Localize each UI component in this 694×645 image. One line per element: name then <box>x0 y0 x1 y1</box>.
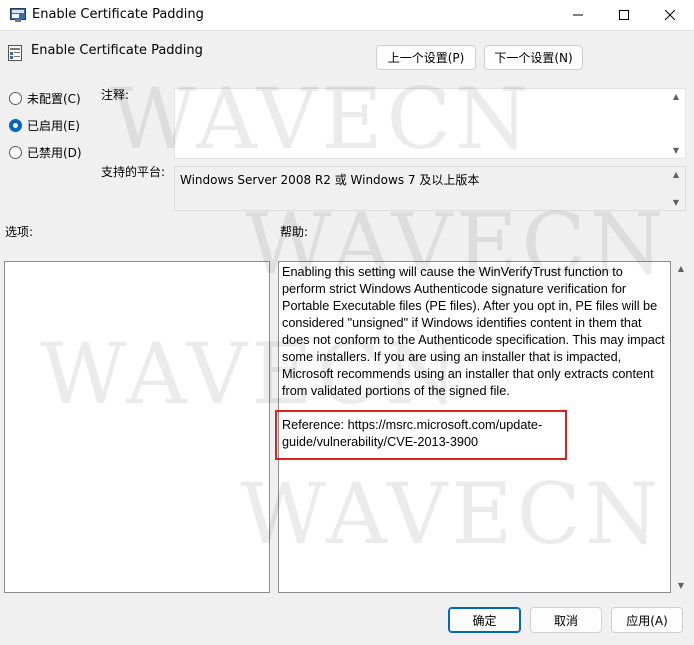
title-bar: Enable Certificate Padding <box>0 0 694 31</box>
options-panel <box>4 261 270 593</box>
options-label: 选项: <box>5 225 34 239</box>
window-title: Enable Certificate Padding <box>32 7 204 22</box>
comment-field[interactable]: ▲ ▼ <box>174 88 686 159</box>
radio-label: 已启用(E) <box>27 118 80 133</box>
maximize-icon <box>619 9 629 23</box>
cancel-button[interactable]: 取消 <box>530 607 602 633</box>
radio-label: 未配置(C) <box>27 91 81 106</box>
scroll-down-icon[interactable]: ▼ <box>675 581 687 590</box>
apply-button[interactable]: 应用(A) <box>611 607 683 633</box>
policy-icon <box>7 45 23 61</box>
help-scrollbar[interactable]: ▲ ▼ <box>674 261 688 593</box>
radio-disabled[interactable]: 已禁用(D) <box>9 143 82 161</box>
comment-label: 注释: <box>101 88 130 102</box>
radio-circle[interactable] <box>9 91 22 105</box>
scroll-up-icon[interactable]: ▲ <box>670 170 682 179</box>
help-label: 帮助: <box>280 225 309 239</box>
maximize-button[interactable] <box>601 0 647 31</box>
scroll-down-icon[interactable]: ▼ <box>670 198 682 207</box>
minimize-icon <box>573 9 583 23</box>
platform-value: Windows Server 2008 R2 或 Windows 7 及以上版本 <box>180 173 480 187</box>
radio-circle[interactable] <box>9 145 22 159</box>
platform-field: Windows Server 2008 R2 或 Windows 7 及以上版本… <box>174 166 686 211</box>
scroll-down-icon[interactable]: ▼ <box>670 146 682 155</box>
previous-setting-button[interactable]: 上一个设置(P) <box>376 45 476 70</box>
platform-label: 支持的平台: <box>101 165 166 179</box>
close-button[interactable] <box>647 0 693 31</box>
reference-highlight-box <box>275 410 567 460</box>
radio-label: 已禁用(D) <box>27 145 82 160</box>
help-body: Enabling this setting will cause the Win… <box>282 265 665 398</box>
radio-circle[interactable] <box>9 118 22 132</box>
radio-not-configured[interactable]: 未配置(C) <box>9 89 81 107</box>
policy-icon <box>10 8 26 22</box>
scroll-up-icon[interactable]: ▲ <box>675 264 687 273</box>
policy-name: Enable Certificate Padding <box>31 43 203 58</box>
ok-button[interactable]: 确定 <box>448 607 521 633</box>
close-icon <box>664 9 676 23</box>
scroll-up-icon[interactable]: ▲ <box>670 92 682 101</box>
radio-enabled[interactable]: 已启用(E) <box>9 116 80 134</box>
next-setting-button[interactable]: 下一个设置(N) <box>484 45 583 70</box>
minimize-button[interactable] <box>555 0 601 31</box>
